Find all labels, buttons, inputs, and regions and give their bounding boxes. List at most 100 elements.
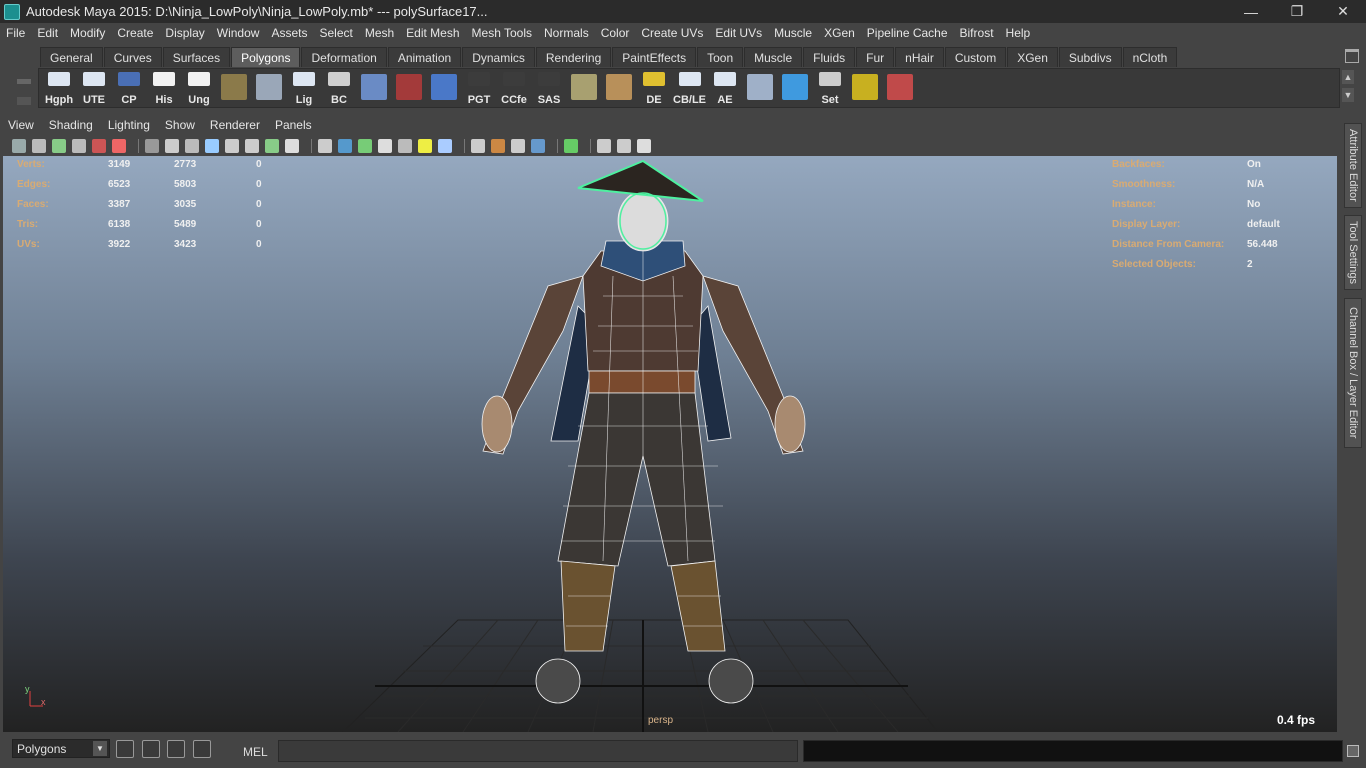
menu-window[interactable]: Window [211,26,266,40]
tab-channel-box[interactable]: Channel Box / Layer Editor [1344,298,1362,448]
script-language-label[interactable]: MEL [243,745,268,759]
panel-menu-show[interactable]: Show [157,118,202,132]
shelf-tab-animation[interactable]: Animation [387,47,462,67]
viewport-tool-icon[interactable] [378,138,392,153]
viewport-tool-icon[interactable] [418,138,432,153]
shelf-button-ung[interactable]: Ung [183,70,215,106]
outliner-icon[interactable] [142,740,160,758]
menu-color[interactable]: Color [595,26,636,40]
viewport-tool-icon[interactable] [245,138,259,153]
shelf-button-tool-23[interactable] [849,70,881,106]
menu-edit[interactable]: Edit [31,26,64,40]
viewport-tool-icon[interactable] [564,138,578,153]
shelf-button-sas[interactable]: SAS [533,70,565,106]
menu-set-selector[interactable]: Polygons ▼ [12,739,110,758]
snap-icon[interactable] [116,740,134,758]
shelf-tab-subdivs[interactable]: Subdivs [1058,47,1122,67]
tab-attribute-editor[interactable]: Attribute Editor [1344,123,1362,208]
shelf-tab-fur[interactable]: Fur [856,47,895,67]
viewport-tool-icon[interactable] [92,138,106,153]
shelf-handle[interactable] [14,49,34,111]
scroll-down-icon[interactable]: ▼ [1342,88,1354,102]
viewport-tool-icon[interactable] [145,138,159,153]
menu-help[interactable]: Help [1000,26,1037,40]
shelf-button-cp[interactable]: CP [113,70,145,106]
command-input[interactable] [278,740,798,762]
script-editor-button[interactable] [1347,745,1359,757]
viewport-tool-icon[interactable] [491,138,505,153]
viewport-tool-icon[interactable] [358,138,372,153]
viewport-tool-icon[interactable] [72,138,86,153]
shelf-button-tool-6[interactable] [253,70,285,106]
shelf-tab-custom[interactable]: Custom [944,47,1007,67]
shelf-tab-polygons[interactable]: Polygons [231,47,301,67]
menu-modify[interactable]: Modify [64,26,111,40]
shelf-button-his[interactable]: His [148,70,180,106]
panel-menu-renderer[interactable]: Renderer [202,118,267,132]
shelf-tab-ncloth[interactable]: nCloth [1122,47,1178,67]
viewport-tool-icon[interactable] [471,138,485,153]
panel-menu-lighting[interactable]: Lighting [100,118,157,132]
shelf-button-tool-24[interactable] [884,70,916,106]
minimize-button[interactable]: — [1228,0,1274,23]
shelf-tab-nhair[interactable]: nHair [895,47,944,67]
shelf-button-ae[interactable]: AE [709,70,741,106]
shelf-button-lig[interactable]: Lig [288,70,320,106]
shelf-tab-toon[interactable]: Toon [697,47,744,67]
trash-icon[interactable] [1345,49,1359,63]
viewport-tool-icon[interactable] [511,138,525,153]
menu-pipeline-cache[interactable]: Pipeline Cache [861,26,954,40]
viewport-tool-icon[interactable] [338,138,352,153]
panel-menu-panels[interactable]: Panels [267,118,319,132]
menu-edit-mesh[interactable]: Edit Mesh [400,26,465,40]
shelf-button-tool-9[interactable] [358,70,390,106]
script-editor-icon[interactable] [193,740,211,758]
shelf-button-set[interactable]: Set [814,70,846,106]
shelf-tab-muscle[interactable]: Muscle [744,47,803,67]
shelf-button-hgph[interactable]: Hgph [43,70,75,106]
menu-create[interactable]: Create [111,26,159,40]
menu-assets[interactable]: Assets [265,26,313,40]
menu-file[interactable]: File [0,26,31,40]
scroll-up-icon[interactable]: ▲ [1342,70,1354,84]
viewport-tool-icon[interactable] [225,138,239,153]
graph-editor-icon[interactable] [167,740,185,758]
viewport-persp[interactable]: y x Verts: 3149 2773 0 Edges: 6523 5803 0 Faces:… [3,156,1337,732]
viewport-tool-icon[interactable] [617,138,631,153]
shelf-tab-xgen[interactable]: XGen [1007,47,1058,67]
shelf-button-ccfe[interactable]: CCfe [498,70,530,106]
shelf-button-tool-11[interactable] [428,70,460,106]
menu-display[interactable]: Display [159,26,210,40]
viewport-tool-icon[interactable] [438,138,452,153]
shelf-button-cb-le[interactable]: CB/LE [673,70,706,106]
viewport-tool-icon[interactable] [597,138,611,153]
viewport-tool-icon[interactable] [637,138,651,153]
menu-select[interactable]: Select [313,26,358,40]
viewport-tool-icon[interactable] [531,138,545,153]
menu-xgen[interactable]: XGen [818,26,861,40]
menu-normals[interactable]: Normals [538,26,595,40]
shelf-button-de[interactable]: DE [638,70,670,106]
menu-mesh[interactable]: Mesh [359,26,400,40]
menu-bifrost[interactable]: Bifrost [954,26,1000,40]
maximize-button[interactable]: ❐ [1274,0,1320,23]
viewport-tool-icon[interactable] [12,138,26,153]
shelf-tab-painteffects[interactable]: PaintEffects [612,47,697,67]
viewport-tool-icon[interactable] [398,138,412,153]
viewport-tool-icon[interactable] [265,138,279,153]
panel-menu-view[interactable]: View [0,118,41,132]
shelf-tab-dynamics[interactable]: Dynamics [462,47,535,67]
viewport-tool-icon[interactable] [185,138,199,153]
shelf-scroll[interactable]: ▲ ▼ [1342,70,1356,106]
shelf-button-tool-10[interactable] [393,70,425,106]
menu-muscle[interactable]: Muscle [768,26,818,40]
menu-mesh-tools[interactable]: Mesh Tools [466,26,538,40]
shelf-tab-fluids[interactable]: Fluids [803,47,856,67]
viewport-tool-icon[interactable] [52,138,66,153]
shelf-button-tool-15[interactable] [568,70,600,106]
shelf-tab-curves[interactable]: Curves [103,47,162,67]
shelf-button-tool-16[interactable] [603,70,635,106]
menu-create-uvs[interactable]: Create UVs [635,26,709,40]
shelf-button-pgt[interactable]: PGT [463,70,495,106]
menu-edit-uvs[interactable]: Edit UVs [709,26,768,40]
